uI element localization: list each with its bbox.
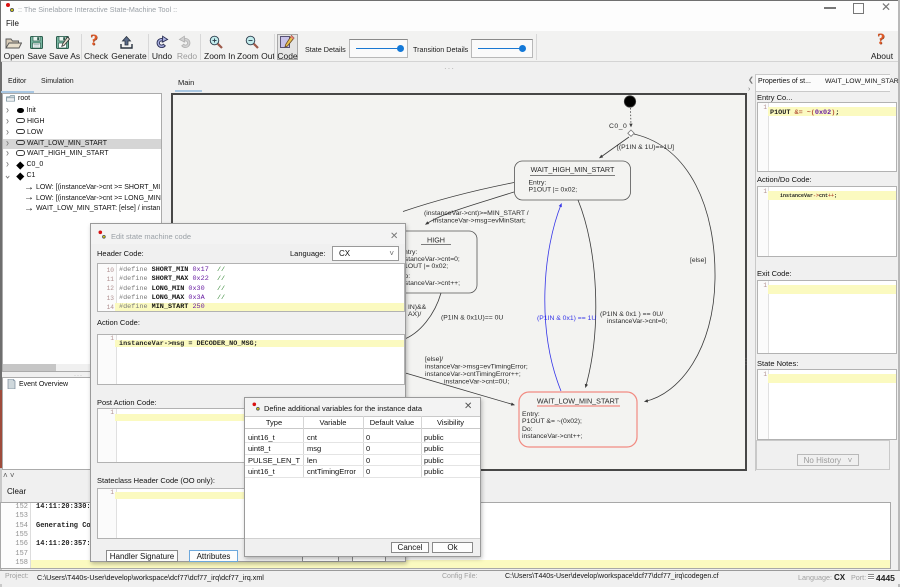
svg-text:P1OUT |= 0x02;: P1OUT |= 0x02; bbox=[529, 187, 578, 194]
svg-text:(P1IN & 0x1 ) == 0U/: (P1IN & 0x1 ) == 0U/ bbox=[600, 311, 663, 318]
svg-text:[else]/: [else]/ bbox=[425, 356, 443, 363]
svg-text:P1OUT |= 0x02;: P1OUT |= 0x02; bbox=[400, 263, 449, 270]
svg-text:instanceVar->cnt=0;: instanceVar->cnt=0; bbox=[607, 318, 667, 325]
svg-text:WAIT_LOW_MIN_START: WAIT_LOW_MIN_START bbox=[537, 397, 620, 406]
svg-text:instanceVar->cnt++;: instanceVar->cnt++; bbox=[522, 433, 583, 440]
svg-text:HIGH: HIGH bbox=[427, 236, 445, 245]
svg-text:WAIT_HIGH_MIN_START: WAIT_HIGH_MIN_START bbox=[531, 165, 615, 174]
svg-text:Entry:: Entry: bbox=[529, 180, 547, 187]
svg-text:[(P1IN & 1U)==1U]: [(P1IN & 1U)==1U] bbox=[617, 144, 674, 151]
svg-text:instanceVar->msg=evMinStart;: instanceVar->msg=evMinStart; bbox=[433, 218, 526, 225]
svg-text:instanceVar->cntTimingError++;: instanceVar->cntTimingError++; bbox=[425, 371, 521, 378]
svg-text:instanceVar->msg=evTimingError: instanceVar->msg=evTimingError; bbox=[425, 364, 528, 371]
svg-text:instanceVar->cnt=0;: instanceVar->cnt=0; bbox=[400, 256, 460, 263]
svg-text:(P1IN & 0x1U)== 0U: (P1IN & 0x1U)== 0U bbox=[441, 315, 503, 322]
svg-text:(instanceVar->cnt)>=MIN_START: (instanceVar->cnt)>=MIN_START / bbox=[424, 210, 529, 217]
svg-text:C0_0: C0_0 bbox=[609, 123, 627, 130]
svg-text:instanceVar->cnt=0U;: instanceVar->cnt=0U; bbox=[444, 379, 509, 386]
svg-text:[else]: [else] bbox=[690, 257, 706, 264]
svg-text:(P1IN & 0x1) == 1U: (P1IN & 0x1) == 1U bbox=[537, 315, 596, 322]
svg-text:IN)&&: IN)&& bbox=[408, 304, 427, 311]
svg-text:Entry:: Entry: bbox=[522, 411, 540, 418]
svg-text:instanceVar->cnt++;: instanceVar->cnt++; bbox=[400, 280, 461, 287]
svg-text:Do:: Do: bbox=[522, 426, 533, 433]
svg-text:P1OUT &= ~(0x02);: P1OUT &= ~(0x02); bbox=[522, 418, 582, 425]
svg-text:AX)/: AX)/ bbox=[408, 311, 421, 318]
